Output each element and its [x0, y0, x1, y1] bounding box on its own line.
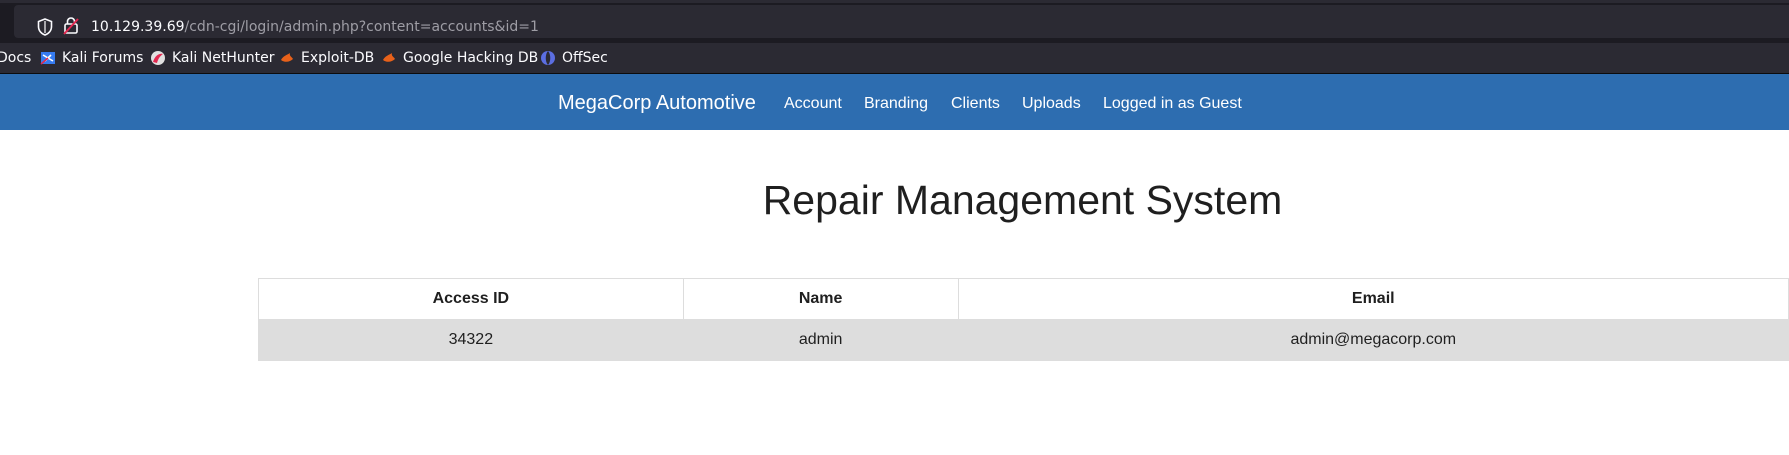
bookmark-label: Exploit-DB	[301, 50, 375, 66]
accounts-table: Access ID Name Email 34322 admin admin@m…	[258, 278, 1789, 361]
table-header-row: Access ID Name Email	[258, 278, 1789, 320]
url-text[interactable]: 10.129.39.69/cdn-cgi/login/admin.php?con…	[91, 17, 539, 37]
bookmark-label: OffSec	[562, 50, 608, 66]
url-host: 10.129.39.69	[91, 19, 185, 35]
toolbar-edge	[0, 0, 1789, 3]
bookmarks-toolbar: Docs Kali Forums Kali NetHunter Exploit-…	[0, 43, 1789, 74]
brand-link[interactable]: MegaCorp Automotive	[558, 91, 756, 115]
url-path: /cdn-cgi/login/admin.php?content=account…	[184, 19, 539, 35]
offsec-icon	[541, 51, 555, 65]
bookmark-offsec[interactable]: OffSec	[540, 49, 608, 67]
nav-account[interactable]: Account	[784, 94, 842, 114]
nav-uploads[interactable]: Uploads	[1022, 94, 1081, 114]
bookmark-kali-nethunter[interactable]: Kali NetHunter	[150, 49, 274, 67]
bookmark-label: Kali NetHunter	[172, 50, 275, 66]
site-navbar: MegaCorp Automotive Account Branding Cli…	[0, 74, 1789, 130]
table-row: 34322 admin admin@megacorp.com	[258, 319, 1789, 361]
bookmark-label: Docs	[0, 50, 32, 66]
cell-email: admin@megacorp.com	[957, 319, 1789, 361]
exploit-db-icon	[281, 53, 293, 62]
bookmark-docs[interactable]: Docs	[0, 49, 31, 67]
column-header-email: Email	[957, 278, 1789, 320]
bookmark-label: Kali Forums	[62, 50, 144, 66]
bookmark-exploit-db[interactable]: Exploit-DB	[279, 49, 374, 67]
kali-nethunter-icon	[151, 51, 165, 65]
page-title: Repair Management System	[762, 177, 1283, 223]
nav-logged-in-user[interactable]: Logged in as Guest	[1103, 94, 1242, 114]
ghdb-icon	[383, 53, 395, 62]
address-bar[interactable]: 10.129.39.69/cdn-cgi/login/admin.php?con…	[14, 5, 1789, 38]
nav-clients[interactable]: Clients	[951, 94, 1000, 114]
bookmark-kali-forums[interactable]: Kali Forums	[40, 49, 143, 67]
kali-forums-icon	[40, 52, 55, 65]
insecure-lock-icon[interactable]	[63, 16, 79, 36]
cell-access-id: 34322	[258, 319, 684, 361]
cell-name: admin	[682, 319, 959, 361]
bookmark-label: Google Hacking DB	[403, 50, 539, 66]
column-header-name: Name	[682, 278, 959, 320]
bookmark-google-hacking-db[interactable]: Google Hacking DB	[381, 49, 538, 67]
column-header-access-id: Access ID	[258, 278, 684, 320]
browser-toolbar: 10.129.39.69/cdn-cgi/login/admin.php?con…	[0, 0, 1789, 43]
tracking-protection-shield-icon[interactable]	[36, 17, 54, 37]
nav-branding[interactable]: Branding	[864, 94, 928, 114]
